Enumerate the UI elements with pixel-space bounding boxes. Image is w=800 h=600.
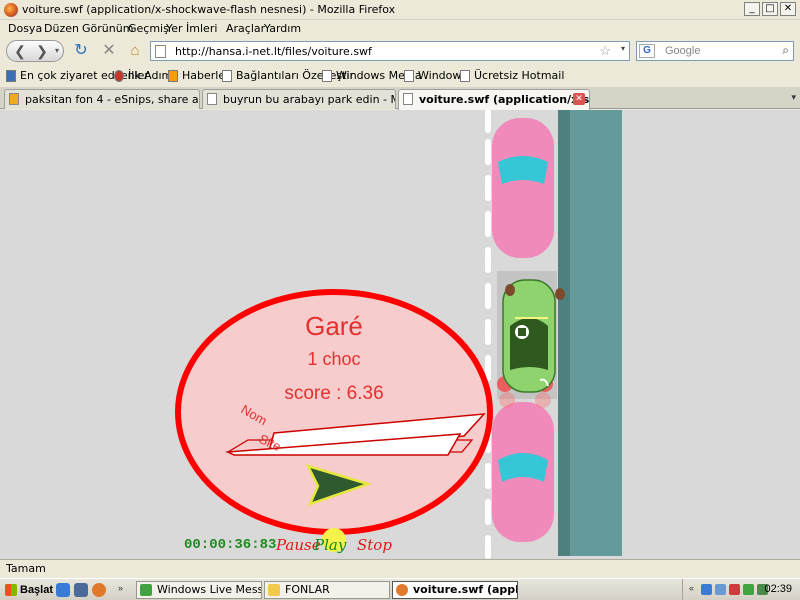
minimize-button[interactable]: _ — [744, 2, 760, 16]
tab-list-icon[interactable]: ▾ — [791, 92, 796, 103]
stop-button[interactable]: Stop — [357, 536, 392, 554]
stop-icon[interactable]: ✕ — [98, 40, 120, 62]
taskbar: Başlat » Windows Live Messenger FONLAR v… — [0, 578, 800, 600]
page-icon — [322, 70, 332, 82]
bookmark-first-step[interactable]: İlk Adım — [128, 69, 172, 82]
menu-bookmarks[interactable]: Yer İmleri — [166, 22, 217, 35]
play-button[interactable]: Play — [313, 536, 347, 554]
tray-expand-icon[interactable]: « — [689, 583, 700, 594]
firefox-quicklaunch-icon[interactable] — [92, 583, 106, 597]
first-step-icon — [114, 70, 124, 82]
menu-tools[interactable]: Araçlar — [226, 22, 265, 35]
window-title: voiture.swf (application/x-shockwave-fla… — [22, 3, 396, 16]
flash-game[interactable]: Garé 1 choc score : 6.36 Nom Site 00:00:… — [0, 110, 800, 559]
tab-voiture[interactable]: voiture.swf (application/x-shock... ✕ — [398, 89, 590, 110]
esnips-favicon-icon — [9, 93, 19, 105]
start-button[interactable]: Başlat — [2, 580, 53, 600]
shock-count: 1 choc — [307, 349, 360, 369]
back-arrow-icon[interactable]: ❮ — [9, 40, 31, 62]
windows-flag-icon — [5, 584, 17, 596]
search-bar[interactable]: G Google ⌕ — [636, 41, 794, 61]
search-input[interactable]: Google — [665, 45, 700, 57]
navigation-toolbar: ❮ ❯ ▾ ↻ ✕ ⌂ http://hansa.i-net.lt/files/… — [0, 38, 800, 64]
task-messenger[interactable]: Windows Live Messenger — [136, 581, 262, 599]
most-visited-icon — [6, 70, 16, 82]
parked-car-bottom — [492, 402, 554, 542]
menu-file[interactable]: Dosya — [8, 22, 42, 35]
messenger-icon — [140, 584, 152, 596]
firefox-icon — [396, 584, 408, 596]
forward-arrow-icon[interactable]: ❯ — [33, 40, 51, 62]
reload-icon[interactable]: ↻ — [70, 40, 92, 62]
page-icon — [155, 45, 166, 58]
tab-label: buyrun bu arabayı park edin - MUHAKE... — [223, 93, 395, 106]
security-icon[interactable] — [729, 584, 740, 595]
desktop-quicklaunch-icon[interactable] — [74, 583, 88, 597]
firefox-icon — [4, 3, 18, 17]
title-bar: voiture.swf (application/x-shockwave-fla… — [0, 0, 800, 20]
rss-icon — [168, 70, 178, 82]
network-icon[interactable] — [701, 584, 712, 595]
page-icon — [207, 93, 217, 105]
status-text: Tamam — [6, 562, 46, 575]
clock: 02:39 — [764, 583, 792, 595]
tab-label: voiture.swf (application/x-shock... — [419, 93, 590, 106]
page-icon — [403, 93, 413, 105]
magnifier-icon[interactable]: ⌕ — [782, 43, 789, 58]
tab-bar: paksitan fon 4 - eSnips, share anything … — [0, 87, 800, 110]
task-fonlar[interactable]: FONLAR — [264, 581, 390, 599]
bookmarks-toolbar: En çok ziyaret edilenler İlk Adım Haberl… — [0, 66, 800, 86]
google-engine-icon[interactable]: G — [639, 44, 655, 58]
task-label: Windows Live Messenger — [157, 583, 262, 596]
page-icon — [460, 70, 470, 82]
start-label: Başlat — [20, 584, 54, 596]
maximize-button[interactable]: □ — [762, 2, 778, 16]
page-icon — [404, 70, 414, 82]
close-tab-icon[interactable]: ✕ — [573, 93, 585, 105]
ie-quicklaunch-icon[interactable] — [56, 583, 70, 597]
score-text: score : 6.36 — [284, 383, 383, 404]
sidewalk — [570, 110, 622, 556]
task-firefox[interactable]: voiture.swf (applicati... — [392, 581, 518, 599]
history-dropdown-icon[interactable]: ▾ — [51, 40, 63, 62]
home-icon[interactable]: ⌂ — [124, 40, 146, 62]
url-dropdown-icon[interactable]: ▾ — [621, 44, 625, 53]
close-button[interactable]: ✕ — [780, 2, 796, 16]
menu-help[interactable]: Yardım — [264, 22, 301, 35]
star-icon[interactable]: ☆ — [599, 43, 611, 59]
timer-text: 00:00:36:83 — [184, 537, 276, 553]
status-bar: Tamam — [0, 559, 800, 577]
curb — [558, 110, 570, 556]
tab-muhake[interactable]: buyrun bu arabayı park edin - MUHAKE... — [202, 89, 396, 109]
url-text[interactable]: http://hansa.i-net.lt/files/voiture.swf — [175, 45, 372, 58]
folder-icon — [268, 584, 280, 596]
menu-bar: Dosya Düzen Görünüm Geçmiş Yer İmleri Ar… — [0, 20, 800, 38]
menu-view[interactable]: Görünüm — [82, 22, 133, 35]
tab-esnips[interactable]: paksitan fon 4 - eSnips, share anything — [4, 89, 200, 109]
back-forward-group: ❮ ❯ ▾ — [6, 40, 64, 62]
bookmark-hotmail[interactable]: Ücretsiz Hotmail — [474, 69, 564, 82]
system-tray: « 02:39 — [682, 579, 800, 600]
messenger-tray-icon[interactable] — [743, 584, 754, 595]
url-bar[interactable]: http://hansa.i-net.lt/files/voiture.swf … — [150, 41, 630, 61]
game-canvas[interactable]: Garé 1 choc score : 6.36 Nom Site 00:00:… — [0, 110, 800, 559]
result-title: Garé — [305, 311, 363, 341]
task-label: FONLAR — [285, 583, 330, 596]
quicklaunch-expand-icon[interactable]: » — [118, 583, 126, 597]
menu-edit[interactable]: Düzen — [44, 22, 79, 35]
parked-car-top — [492, 118, 554, 258]
page-icon — [222, 70, 232, 82]
task-label: voiture.swf (applicati... — [413, 583, 517, 596]
menu-history[interactable]: Geçmiş — [128, 22, 169, 35]
tab-label: paksitan fon 4 - eSnips, share anything — [25, 93, 199, 106]
monitor-icon[interactable] — [715, 584, 726, 595]
